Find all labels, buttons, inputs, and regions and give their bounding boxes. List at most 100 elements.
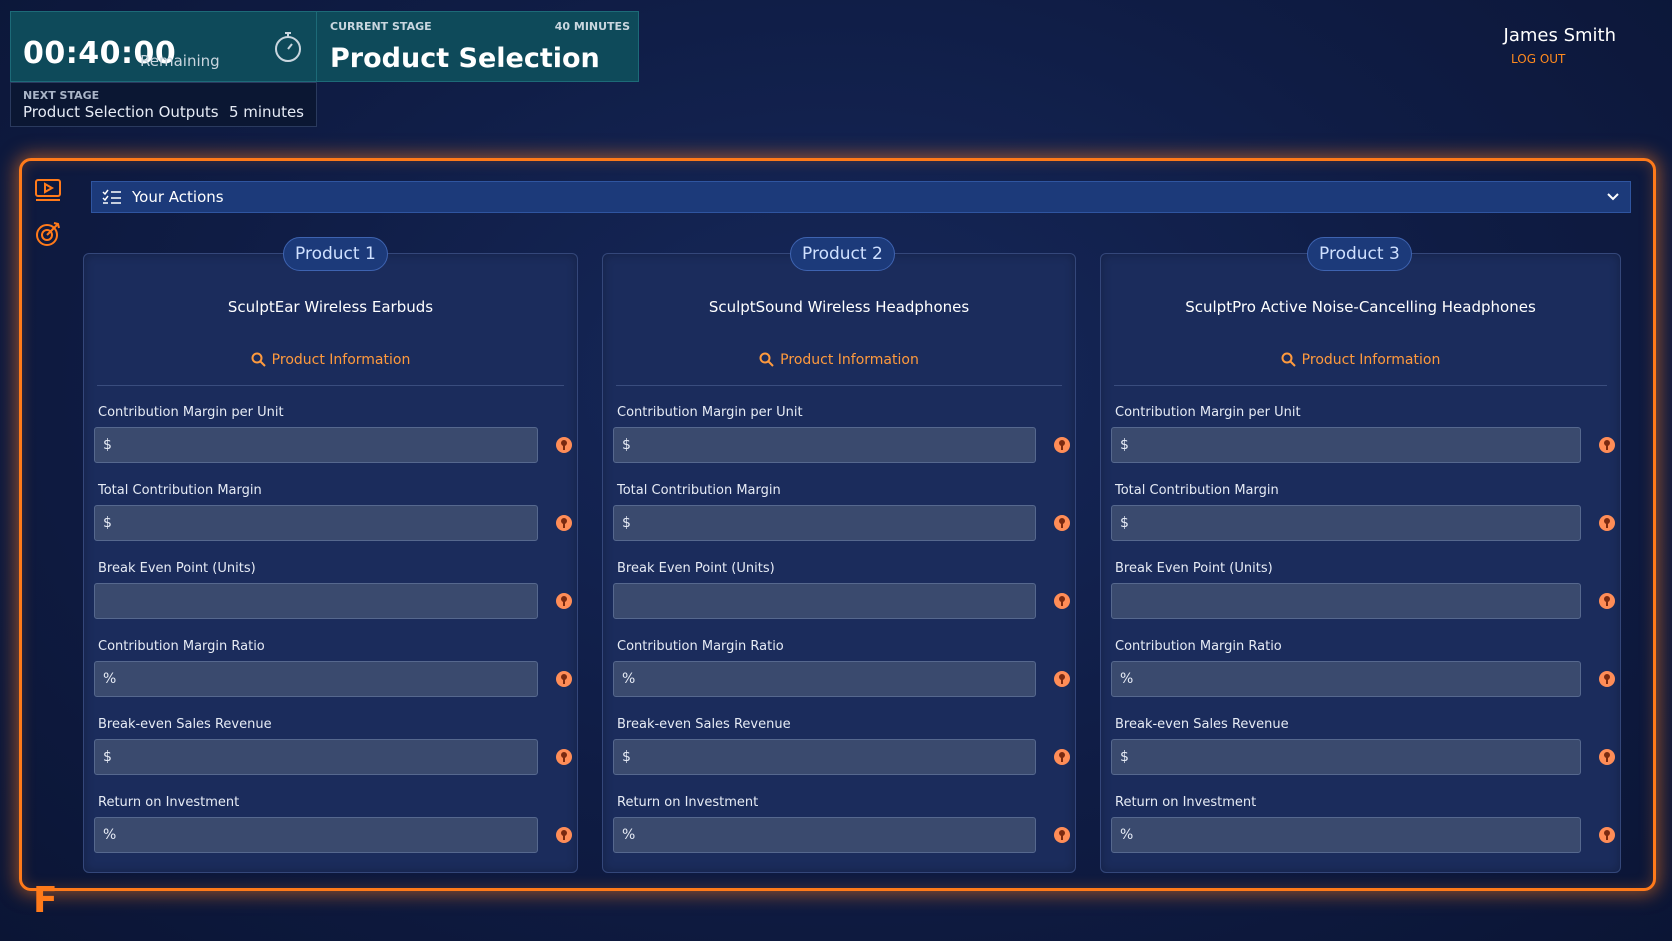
hint-icon[interactable] <box>1599 515 1615 531</box>
current-stage-duration: 40 MINUTES <box>554 20 630 33</box>
product-name: SculptSound Wireless Headphones <box>708 298 970 316</box>
hint-icon[interactable] <box>556 749 572 765</box>
field-input-f3[interactable] <box>94 583 538 619</box>
product-information-label: Product Information <box>780 352 919 368</box>
hint-icon[interactable] <box>1599 593 1615 609</box>
field-prefix: $ <box>622 437 631 453</box>
current-stage-label: CURRENT STAGE <box>330 20 432 33</box>
next-stage-duration: 5 minutes <box>228 103 304 121</box>
video-player-icon[interactable] <box>34 176 62 204</box>
checklist-icon <box>102 189 121 204</box>
hint-icon[interactable] <box>556 515 572 531</box>
product-information-link[interactable]: Product Information <box>84 352 577 368</box>
product-card-3: Product 3 SculptPro Active Noise-Cancelli… <box>1100 237 1621 873</box>
product-name: SculptPro Active Noise-Cancelling Headph… <box>1185 298 1536 316</box>
product-name: SculptEar Wireless Earbuds <box>227 298 434 316</box>
product-information-link[interactable]: Product Information <box>1101 352 1620 368</box>
hint-icon[interactable] <box>556 827 572 843</box>
hint-icon[interactable] <box>1054 437 1070 453</box>
field-input-f4[interactable]: % <box>1111 661 1581 697</box>
field-label: Contribution Margin per Unit <box>1115 405 1301 420</box>
card-divider <box>616 385 1062 386</box>
your-actions-bar[interactable]: Your Actions <box>91 181 1631 213</box>
field-prefix: $ <box>1120 437 1129 453</box>
field-input-f1[interactable]: $ <box>1111 427 1581 463</box>
card-divider <box>1114 385 1607 386</box>
field-prefix: % <box>103 671 117 687</box>
target-icon[interactable] <box>34 220 62 248</box>
product-tag: Product 2 <box>790 237 895 271</box>
hint-icon[interactable] <box>1599 827 1615 843</box>
field-label: Break-even Sales Revenue <box>1115 717 1289 732</box>
current-stage-panel: CURRENT STAGE 40 MINUTES Product Selecti… <box>317 11 639 82</box>
chevron-down-icon[interactable] <box>1606 190 1620 204</box>
field-prefix: $ <box>1120 515 1129 531</box>
field-prefix: % <box>103 827 117 843</box>
your-actions-title: Your Actions <box>132 188 224 206</box>
field-input-f4[interactable]: % <box>613 661 1036 697</box>
field-input-f2[interactable]: $ <box>613 505 1036 541</box>
search-icon <box>251 352 266 367</box>
user-name: James Smith <box>1503 25 1616 46</box>
field-prefix: % <box>1120 671 1134 687</box>
field-label: Contribution Margin per Unit <box>617 405 803 420</box>
card-divider <box>97 385 564 386</box>
hint-icon[interactable] <box>556 437 572 453</box>
hint-icon[interactable] <box>1599 749 1615 765</box>
field-label: Break-even Sales Revenue <box>617 717 791 732</box>
product-information-label: Product Information <box>271 352 411 368</box>
hint-icon[interactable] <box>1599 671 1615 687</box>
field-input-f5[interactable]: $ <box>1111 739 1581 775</box>
field-prefix: $ <box>1120 749 1129 765</box>
field-label: Break Even Point (Units) <box>98 561 256 576</box>
field-label: Break Even Point (Units) <box>1115 561 1273 576</box>
field-label: Total Contribution Margin <box>617 483 781 498</box>
hint-icon[interactable] <box>1054 593 1070 609</box>
hint-icon[interactable] <box>556 671 572 687</box>
brand-logo: F <box>33 880 58 921</box>
product-card-2: Product 2 SculptSound Wireless Headphones… <box>602 237 1076 873</box>
timer-panel: 00:40:00 Remaining <box>10 11 317 82</box>
field-label: Contribution Margin per Unit <box>98 405 284 420</box>
field-label: Return on Investment <box>1115 795 1257 810</box>
field-input-f1[interactable]: $ <box>613 427 1036 463</box>
next-stage-name: Product Selection Outputs <box>23 103 219 121</box>
product-information-link[interactable]: Product Information <box>603 352 1075 368</box>
field-prefix: $ <box>103 515 112 531</box>
logout-link[interactable]: LOG OUT <box>1511 52 1565 66</box>
field-label: Total Contribution Margin <box>98 483 262 498</box>
field-input-f3[interactable] <box>613 583 1036 619</box>
field-label: Return on Investment <box>617 795 759 810</box>
field-input-f5[interactable]: $ <box>94 739 538 775</box>
field-prefix: % <box>622 827 636 843</box>
field-label: Contribution Margin Ratio <box>1115 639 1282 654</box>
hint-icon[interactable] <box>1054 749 1070 765</box>
hint-icon[interactable] <box>556 593 572 609</box>
product-information-label: Product Information <box>1301 352 1441 368</box>
product-tag: Product 1 <box>283 237 388 271</box>
field-input-f1[interactable]: $ <box>94 427 538 463</box>
field-label: Contribution Margin Ratio <box>617 639 784 654</box>
field-prefix: % <box>1120 827 1134 843</box>
field-input-f6[interactable]: % <box>94 817 538 853</box>
field-label: Break Even Point (Units) <box>617 561 775 576</box>
field-input-f2[interactable]: $ <box>1111 505 1581 541</box>
field-input-f6[interactable]: % <box>1111 817 1581 853</box>
field-prefix: % <box>622 671 636 687</box>
field-input-f5[interactable]: $ <box>613 739 1036 775</box>
hint-icon[interactable] <box>1054 827 1070 843</box>
hint-icon[interactable] <box>1599 437 1615 453</box>
hint-icon[interactable] <box>1054 671 1070 687</box>
product-tag: Product 3 <box>1307 237 1412 271</box>
field-label: Contribution Margin Ratio <box>98 639 265 654</box>
field-input-f3[interactable] <box>1111 583 1581 619</box>
field-input-f2[interactable]: $ <box>94 505 538 541</box>
search-icon <box>759 352 774 367</box>
field-input-f6[interactable]: % <box>613 817 1036 853</box>
field-input-f4[interactable]: % <box>94 661 538 697</box>
next-stage-panel: NEXT STAGE Product Selection Outputs 5 m… <box>10 82 317 127</box>
stopwatch-icon <box>275 32 301 62</box>
hint-icon[interactable] <box>1054 515 1070 531</box>
product-card-1: Product 1 SculptEar Wireless Earbuds Produ… <box>83 237 578 873</box>
field-label: Return on Investment <box>98 795 240 810</box>
